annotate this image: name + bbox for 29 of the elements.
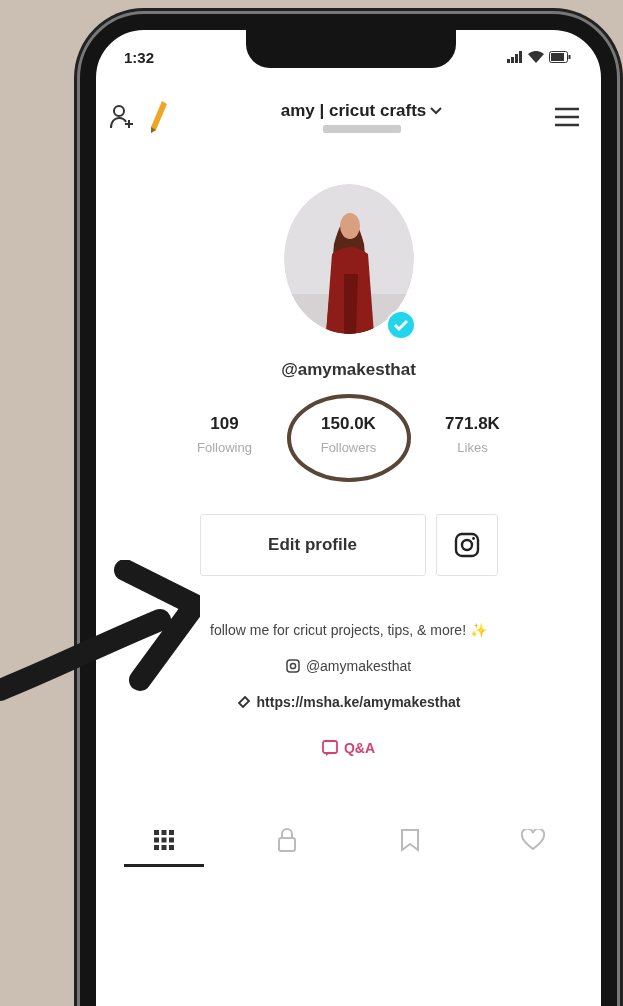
grid-icon	[152, 829, 175, 851]
lock-icon	[276, 828, 297, 852]
stat-value: 109	[210, 414, 239, 434]
menu-icon[interactable]	[555, 107, 579, 127]
instagram-button[interactable]	[435, 514, 498, 576]
bio-text: follow me for cricut projects, tips, & more! ✨	[210, 622, 487, 638]
instagram-handle: @amymakesthat	[305, 658, 412, 674]
heart-icon	[521, 829, 546, 851]
stat-label: Likes	[457, 440, 488, 455]
bookmark-icon	[400, 828, 421, 852]
instagram-icon	[285, 659, 300, 673]
wifi-icon	[528, 51, 544, 63]
instagram-icon	[453, 532, 480, 558]
stat-value: 771.8K	[445, 414, 500, 434]
add-user-icon[interactable]	[110, 104, 134, 130]
stat-label: Following	[197, 440, 252, 455]
signal-icon	[507, 51, 523, 63]
pencil-icon[interactable]	[148, 100, 168, 134]
chat-icon	[321, 740, 338, 756]
stat-value: 150.0K	[321, 414, 376, 434]
profile-link[interactable]: https://msha.ke/amymakesthat	[256, 694, 461, 710]
stat-label: Followers	[320, 440, 377, 455]
edit-profile-button[interactable]: Edit profile	[199, 514, 426, 576]
display-name[interactable]: amy | cricut crafts	[280, 101, 427, 121]
chevron-down-icon[interactable]	[430, 107, 443, 115]
username: @amymakesthat	[281, 360, 416, 380]
battery-icon	[549, 51, 571, 63]
qa-link[interactable]: Q&A	[343, 740, 376, 756]
status-time: 1:32	[124, 48, 155, 66]
